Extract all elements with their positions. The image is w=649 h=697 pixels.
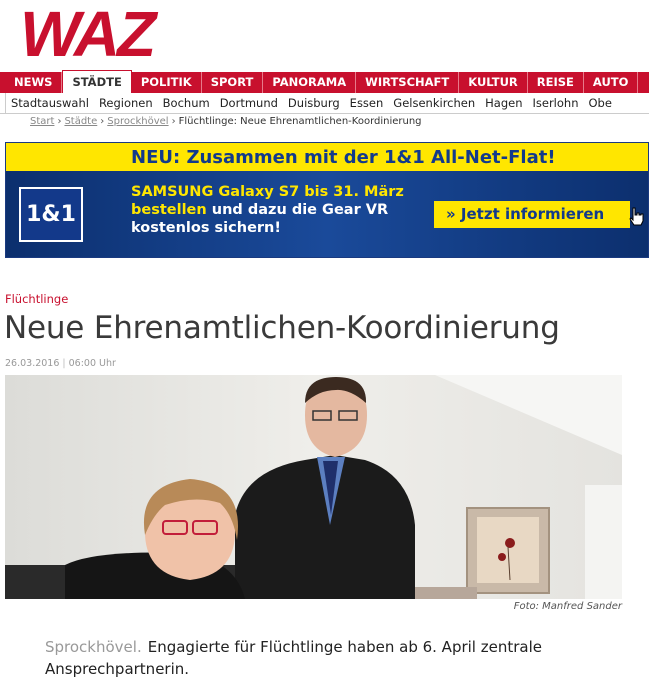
ad-banner[interactable]: NEU: Zusammen mit der 1&1 All-Net-Flat! … <box>5 142 649 258</box>
main-nav-items: News Städte Politik Sport Panorama Wirtschaft… <box>5 70 639 93</box>
sub-nav-item-gelsenkirchen[interactable]: Gelsenkirchen <box>388 93 480 113</box>
sub-nav-item-stadtauswahl[interactable]: Stadtauswahl <box>6 93 94 113</box>
sub-nav-item-bochum[interactable]: Bochum <box>158 93 215 113</box>
sub-nav-item-regionen[interactable]: Regionen <box>94 93 158 113</box>
ad-line-1: SAMSUNG Galaxy S7 bis 31. März <box>131 184 404 200</box>
ad-cta-button[interactable]: » Jetzt informieren <box>434 201 630 228</box>
ad-line-2-rest: und dazu die Gear VR <box>206 202 389 218</box>
breadcrumb: Start › Städte › Sprockhövel › Flüchtlinge: Ne… <box>30 116 422 127</box>
article-photo[interactable] <box>5 375 622 599</box>
article-time: 06:00 Uhr <box>68 358 116 369</box>
main-nav-item-reise[interactable]: Reise <box>528 72 584 93</box>
main-nav-item-st-dte[interactable]: Städte <box>62 70 132 93</box>
city-sub-nav-items: Stadtauswahl Regionen Bochum Dortmund Duisbu… <box>5 93 617 113</box>
ad-copy: SAMSUNG Galaxy S7 bis 31. März bestellen… <box>131 183 404 237</box>
main-nav-item-kultur[interactable]: Kultur <box>459 72 528 93</box>
article-photo-illustration <box>5 375 622 599</box>
ad-body: 1&1 SAMSUNG Galaxy S7 bis 31. März beste… <box>6 171 648 257</box>
article-date: 26.03.2016 <box>5 358 60 369</box>
sub-nav-item-essen[interactable]: Essen <box>345 93 389 113</box>
main-nav-item-wirtschaft[interactable]: Wirtschaft <box>356 72 460 93</box>
article-headline: Neue Ehrenamtlichen-Koordinierung <box>4 310 560 346</box>
main-nav-item-panorama[interactable]: Panorama <box>263 72 357 93</box>
breadcrumb-link-sprockhoevel[interactable]: Sprockhövel <box>107 116 168 127</box>
sub-nav-item-duisburg[interactable]: Duisburg <box>283 93 345 113</box>
breadcrumb-current: Flüchtlinge: Neue Ehrenamtlichen-Koordin… <box>178 116 422 127</box>
main-nav-item-news[interactable]: News <box>5 72 63 93</box>
ad-brand-logo: 1&1 <box>19 187 83 242</box>
ad-line-3: kostenlos sichern! <box>131 220 281 236</box>
main-nav: News Städte Politik Sport Panorama Wirtschaft… <box>0 70 649 93</box>
article-teaser: Sprockhövel. Engagierte für Flüchtlinge h… <box>45 636 635 680</box>
main-nav-item-auto[interactable]: Auto <box>584 72 639 93</box>
ad-line-2-highlight: bestellen <box>131 202 207 218</box>
breadcrumb-link-start[interactable]: Start <box>30 116 54 127</box>
sub-nav-item-obe[interactable]: Obe <box>584 93 617 113</box>
sub-nav-item-iserlohn[interactable]: Iserlohn <box>528 93 584 113</box>
article-kicker[interactable]: Flüchtlinge <box>5 292 68 306</box>
logo-text: WAZ <box>20 4 159 64</box>
hand-pointer-icon <box>629 207 644 226</box>
sub-nav-item-hagen[interactable]: Hagen <box>480 93 527 113</box>
photo-credit: Foto: Manfred Sander <box>513 601 622 612</box>
main-nav-item-sport[interactable]: Sport <box>202 72 264 93</box>
teaser-place: Sprockhövel. <box>45 638 142 656</box>
city-sub-nav: Stadtauswahl Regionen Bochum Dortmund Duisbu… <box>0 93 649 114</box>
ad-headline: NEU: Zusammen mit der 1&1 All-Net-Flat! <box>6 143 648 171</box>
main-nav-item-politik[interactable]: Politik <box>132 72 202 93</box>
waz-logo[interactable]: WAZ <box>20 4 180 64</box>
article-meta: 26.03.2016 | 06:00 Uhr <box>5 358 116 369</box>
breadcrumb-link-staedte[interactable]: Städte <box>64 116 97 127</box>
sub-nav-item-dortmund[interactable]: Dortmund <box>215 93 283 113</box>
ad-line-2: bestellen und dazu die Gear VR <box>131 201 404 219</box>
